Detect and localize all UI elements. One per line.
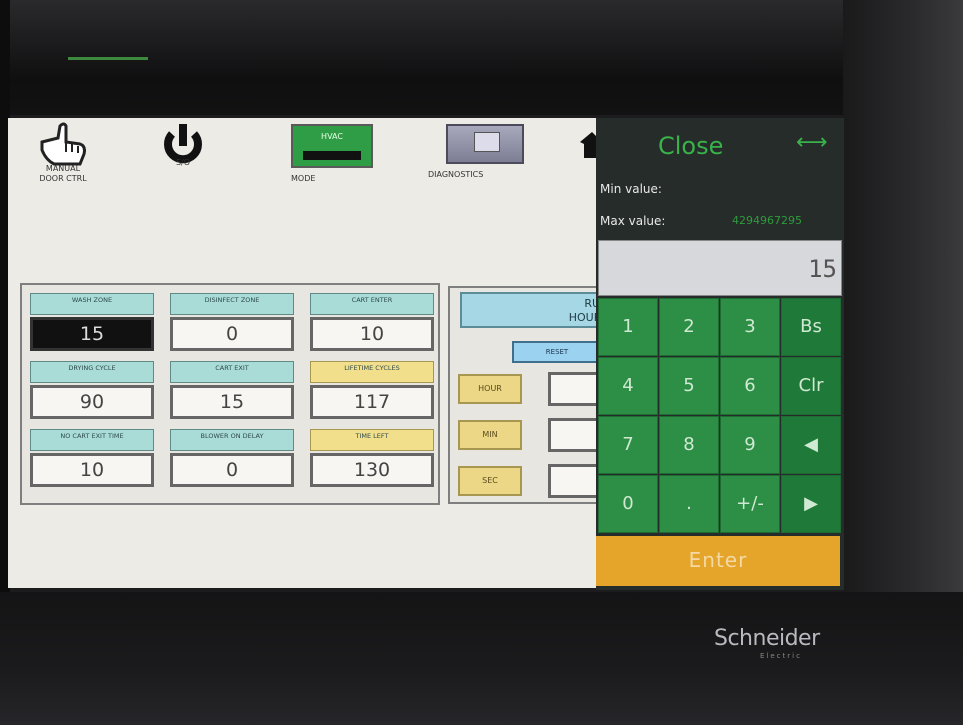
mode-indicator-bar bbox=[303, 151, 361, 160]
running-hour-title-line1: RUNNIN bbox=[584, 297, 596, 310]
keypad-key[interactable]: 0 bbox=[598, 475, 658, 533]
sec-value bbox=[548, 464, 596, 498]
setting-value[interactable]: 0 bbox=[170, 453, 294, 487]
keypad-key[interactable]: 5 bbox=[659, 357, 719, 415]
brand-sub: Electric bbox=[760, 652, 802, 660]
sec-label: SEC bbox=[458, 466, 522, 496]
keypad-key[interactable]: ▶ bbox=[781, 475, 841, 533]
setting-label: CART EXIT bbox=[170, 361, 294, 383]
hour-label: HOUR bbox=[458, 374, 522, 404]
setting-field: CART EXIT 15 bbox=[170, 361, 294, 419]
setting-label: DRYING CYCLE bbox=[30, 361, 154, 383]
setting-value[interactable]: 10 bbox=[30, 453, 154, 487]
running-hour-meter-title: RUNNIN HOUR MET bbox=[460, 292, 596, 328]
max-value: 4294967295 bbox=[732, 214, 802, 227]
nav-power-label: S/O bbox=[175, 158, 191, 167]
min-value-label: Min value: bbox=[600, 182, 662, 196]
reflection-line bbox=[68, 57, 148, 60]
numeric-keypad-popup: Close ⟷ Min value: Max value: 4294967295… bbox=[596, 118, 844, 590]
min-label: MIN bbox=[458, 420, 522, 450]
setting-value[interactable]: 0 bbox=[170, 317, 294, 351]
keypad-key[interactable]: 7 bbox=[598, 416, 658, 474]
enter-button[interactable]: Enter bbox=[596, 536, 840, 586]
move-arrow-icon[interactable]: ⟷ bbox=[796, 130, 828, 155]
running-hour-title-line2: HOUR MET bbox=[568, 311, 596, 324]
keypad-display-value: 15 bbox=[808, 255, 837, 283]
setting-label: LIFETIME CYCLES bbox=[310, 361, 434, 383]
running-hour-meter-panel: RUNNIN HOUR MET RESET HOUR MIN SEC bbox=[448, 286, 596, 504]
setting-field: LIFETIME CYCLES 117 bbox=[310, 361, 434, 419]
settings-panel: WASH ZONE 15 DISINFECT ZONE 0 CART ENTER 10 DR… bbox=[20, 283, 440, 505]
setting-value[interactable]: 90 bbox=[30, 385, 154, 419]
min-value bbox=[548, 418, 596, 452]
home-icon[interactable] bbox=[580, 132, 596, 158]
keypad-key[interactable]: 1 bbox=[598, 298, 658, 356]
hour-value bbox=[548, 372, 596, 406]
hmi-screen: MANUAL DOOR CTRL S/O HVAC MODE DIAGNOSTI… bbox=[8, 118, 596, 588]
nav-manual-door-ctrl[interactable]: MANUAL DOOR CTRL bbox=[8, 118, 118, 198]
keypad-key[interactable]: 9 bbox=[720, 416, 780, 474]
setting-field: NO CART EXIT TIME 10 bbox=[30, 429, 154, 487]
setting-value[interactable]: 15 bbox=[170, 385, 294, 419]
setting-label: CART ENTER bbox=[310, 293, 434, 315]
monitor-icon bbox=[474, 132, 500, 152]
setting-field: DISINFECT ZONE 0 bbox=[170, 293, 294, 351]
nav-power[interactable]: S/O bbox=[128, 118, 238, 198]
diagnostics-button[interactable] bbox=[446, 124, 524, 164]
setting-field: CART ENTER 10 bbox=[310, 293, 434, 351]
setting-field: TIME LEFT 130 bbox=[310, 429, 434, 487]
keypad-key[interactable]: 2 bbox=[659, 298, 719, 356]
reset-button[interactable]: RESET bbox=[512, 341, 596, 363]
nav-manual-door-ctrl-label: MANUAL DOOR CTRL bbox=[39, 164, 87, 183]
keypad-key[interactable]: 4 bbox=[598, 357, 658, 415]
close-button[interactable]: Close bbox=[658, 132, 723, 160]
brand-logo: Schneider bbox=[714, 626, 820, 651]
setting-label: WASH ZONE bbox=[30, 293, 154, 315]
keypad-key[interactable]: 3 bbox=[720, 298, 780, 356]
mode-button[interactable]: HVAC bbox=[291, 124, 373, 168]
setting-label: BLOWER ON DELAY bbox=[170, 429, 294, 451]
hand-pointer-icon bbox=[40, 122, 86, 166]
mode-button-label: HVAC bbox=[321, 132, 343, 141]
hmi-bezel-bottom bbox=[0, 592, 963, 725]
setting-value[interactable]: 117 bbox=[310, 385, 434, 419]
setting-value[interactable]: 10 bbox=[310, 317, 434, 351]
setting-field: DRYING CYCLE 90 bbox=[30, 361, 154, 419]
keypad-key[interactable]: Bs bbox=[781, 298, 841, 356]
keypad-key[interactable]: +/- bbox=[720, 475, 780, 533]
setting-value[interactable]: 15 bbox=[30, 317, 154, 351]
setting-field: WASH ZONE 15 bbox=[30, 293, 154, 351]
keypad-key[interactable]: 8 bbox=[659, 416, 719, 474]
keypad-key[interactable]: 6 bbox=[720, 357, 780, 415]
keypad-key[interactable]: Clr bbox=[781, 357, 841, 415]
max-value-label: Max value: bbox=[600, 214, 666, 228]
setting-value[interactable]: 130 bbox=[310, 453, 434, 487]
setting-field: BLOWER ON DELAY 0 bbox=[170, 429, 294, 487]
setting-label: TIME LEFT bbox=[310, 429, 434, 451]
keypad-key[interactable]: . bbox=[659, 475, 719, 533]
setting-label: DISINFECT ZONE bbox=[170, 293, 294, 315]
keypad-display[interactable]: 15 bbox=[598, 240, 842, 296]
keypad-key[interactable]: ◀ bbox=[781, 416, 841, 474]
setting-label: NO CART EXIT TIME bbox=[30, 429, 154, 451]
